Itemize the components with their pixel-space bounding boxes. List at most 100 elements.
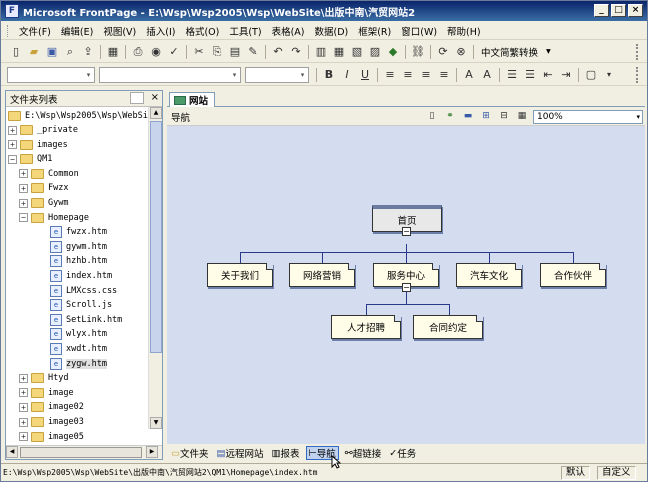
drawing-icon[interactable]: ◆: [384, 43, 402, 61]
copy-icon[interactable]: ⎘: [208, 43, 226, 61]
nav-node-contract[interactable]: 合同约定: [413, 315, 483, 339]
collapse-icon[interactable]: −: [8, 154, 17, 164]
underline-button[interactable]: U: [356, 66, 374, 84]
tree-file-item[interactable]: e SetLink.htm: [50, 313, 122, 327]
format-toolbar-grip[interactable]: [636, 66, 643, 83]
view-remote-site-button[interactable]: ▤ 远程网站: [215, 446, 266, 461]
tree-folder-item[interactable]: + Common: [19, 167, 79, 181]
tree-file-item[interactable]: e hzhb.htm: [50, 254, 107, 268]
menu-frames[interactable]: 框架(R): [353, 24, 396, 38]
expand-icon[interactable]: +: [19, 388, 28, 398]
collapse-home-icon[interactable]: −: [402, 227, 411, 236]
tree-folder-item[interactable]: + _private: [8, 123, 78, 137]
undo-icon[interactable]: ↶: [269, 43, 287, 61]
tree-file-item[interactable]: e xwdt.htm: [50, 342, 107, 356]
borders-icon[interactable]: ▢: [582, 66, 600, 84]
expand-icon[interactable]: +: [19, 373, 28, 383]
tree-folder-item[interactable]: + Htyd: [19, 371, 68, 385]
increase-indent-icon[interactable]: ⇥: [557, 66, 575, 84]
frontpage-app-icon[interactable]: F: [5, 4, 19, 18]
menu-table[interactable]: 表格(A): [267, 24, 310, 38]
collapse-service-icon[interactable]: −: [402, 283, 411, 292]
bold-button[interactable]: B: [320, 66, 338, 84]
tree-file-item[interactable]: e wlyx.htm: [50, 327, 107, 341]
view-tasks-button[interactable]: ✓ 任务: [387, 446, 418, 461]
stop-icon[interactable]: ⊗: [452, 43, 470, 61]
tree-folder-item[interactable]: − QM1: [8, 152, 52, 166]
new-page-icon[interactable]: ▯: [7, 43, 25, 61]
tree-folder-item[interactable]: + image02: [19, 400, 84, 414]
tree-file-item[interactable]: e fwzx.htm: [50, 225, 107, 239]
folder-list-options-button[interactable]: [130, 92, 144, 104]
nav-node-partner[interactable]: 合作伙伴: [540, 263, 606, 287]
maximize-button[interactable]: □: [611, 4, 626, 17]
menu-file[interactable]: 文件(F): [14, 24, 56, 38]
bullet-list-icon[interactable]: ☰: [521, 66, 539, 84]
expand-icon[interactable]: +: [19, 183, 28, 193]
redo-icon[interactable]: ↷: [287, 43, 305, 61]
view-reports-button[interactable]: ▥ 报表: [270, 446, 302, 461]
font-size-combo[interactable]: ▾: [245, 66, 309, 83]
new-top-page-icon[interactable]: ▯: [425, 110, 439, 123]
nav-node-culture[interactable]: 汽车文化: [456, 263, 522, 287]
insert-component-icon[interactable]: ▦: [104, 43, 122, 61]
tree-folder-item[interactable]: + images: [8, 138, 68, 152]
style-combo[interactable]: ▾: [7, 66, 95, 83]
zoom-select[interactable]: 100% ▾: [533, 110, 643, 124]
convert-chinese-button[interactable]: 中文简繁转换: [477, 45, 542, 59]
menu-insert[interactable]: 插入(I): [141, 24, 180, 38]
numbered-list-icon[interactable]: ☰: [503, 66, 521, 84]
decrease-indent-icon[interactable]: ⇤: [539, 66, 557, 84]
tree-folder-item[interactable]: − Homepage: [19, 211, 89, 225]
folder-horizontal-scrollbar[interactable]: ◀ ▶: [6, 445, 162, 459]
refresh-icon[interactable]: ⟳: [434, 43, 452, 61]
expand-icon[interactable]: +: [19, 432, 28, 442]
menu-edit[interactable]: 编辑(E): [56, 24, 98, 38]
tree-folder-item[interactable]: + Gywm: [19, 196, 68, 210]
portrait-landscape-icon[interactable]: ⊞: [479, 110, 493, 123]
insert-table-icon[interactable]: ▦: [330, 43, 348, 61]
expand-icon[interactable]: +: [8, 125, 17, 135]
external-link-icon[interactable]: ⚭: [443, 110, 457, 123]
publish-icon[interactable]: ⇪: [79, 43, 97, 61]
expand-icon[interactable]: +: [19, 402, 28, 412]
folder-vertical-scrollbar[interactable]: ▲ ▼: [148, 107, 162, 429]
hscroll-thumb[interactable]: [20, 447, 142, 458]
tree-folder-item[interactable]: + image: [19, 386, 74, 400]
align-center-icon[interactable]: ≡: [399, 66, 417, 84]
align-left-icon[interactable]: ≡: [381, 66, 399, 84]
web-component-icon[interactable]: ▥: [312, 43, 330, 61]
scroll-left-arrow[interactable]: ◀: [6, 446, 18, 458]
menu-data[interactable]: 数据(D): [309, 24, 353, 38]
convert-dropdown-icon[interactable]: ▾: [542, 46, 555, 57]
view-folders-button[interactable]: ▭ 文件夹: [169, 446, 211, 461]
insert-picture-icon[interactable]: ▨: [366, 43, 384, 61]
menu-format[interactable]: 格式(O): [180, 24, 224, 38]
scroll-down-arrow[interactable]: ▼: [150, 417, 162, 429]
menu-help[interactable]: 帮助(H): [442, 24, 486, 38]
decrease-font-icon[interactable]: A: [478, 66, 496, 84]
paste-icon[interactable]: ▤: [226, 43, 244, 61]
preview-icon[interactable]: ◉: [147, 43, 165, 61]
include-in-nav-icon[interactable]: ▬: [461, 110, 475, 123]
print-icon[interactable]: ⎙: [129, 43, 147, 61]
scroll-thumb[interactable]: [150, 121, 162, 353]
cut-icon[interactable]: ✂: [190, 43, 208, 61]
menu-window[interactable]: 窗口(W): [396, 24, 442, 38]
tree-root[interactable]: E:\Wsp\Wsp2005\Wsp\WebSi: [8, 109, 148, 123]
align-right-icon[interactable]: ≡: [417, 66, 435, 84]
menubar-grip[interactable]: [7, 24, 10, 37]
borders-dropdown-icon[interactable]: ▾: [600, 66, 618, 84]
format-painter-icon[interactable]: ✎: [244, 43, 262, 61]
menu-view[interactable]: 视图(V): [98, 24, 141, 38]
insert-layer-icon[interactable]: ▧: [348, 43, 366, 61]
view-hyperlinks-button[interactable]: ⚯ 超链接: [343, 446, 383, 461]
menu-tools[interactable]: 工具(T): [224, 24, 266, 38]
tree-file-item[interactable]: e index.htm: [50, 269, 112, 283]
save-icon[interactable]: ▣: [43, 43, 61, 61]
hyperlink-icon[interactable]: ⛓: [409, 43, 427, 61]
tree-folder-item[interactable]: + image05: [19, 430, 84, 444]
collapse-icon[interactable]: −: [19, 213, 28, 223]
tree-folder-item[interactable]: + Fwzx: [19, 181, 68, 195]
minimize-button[interactable]: _: [594, 4, 609, 17]
